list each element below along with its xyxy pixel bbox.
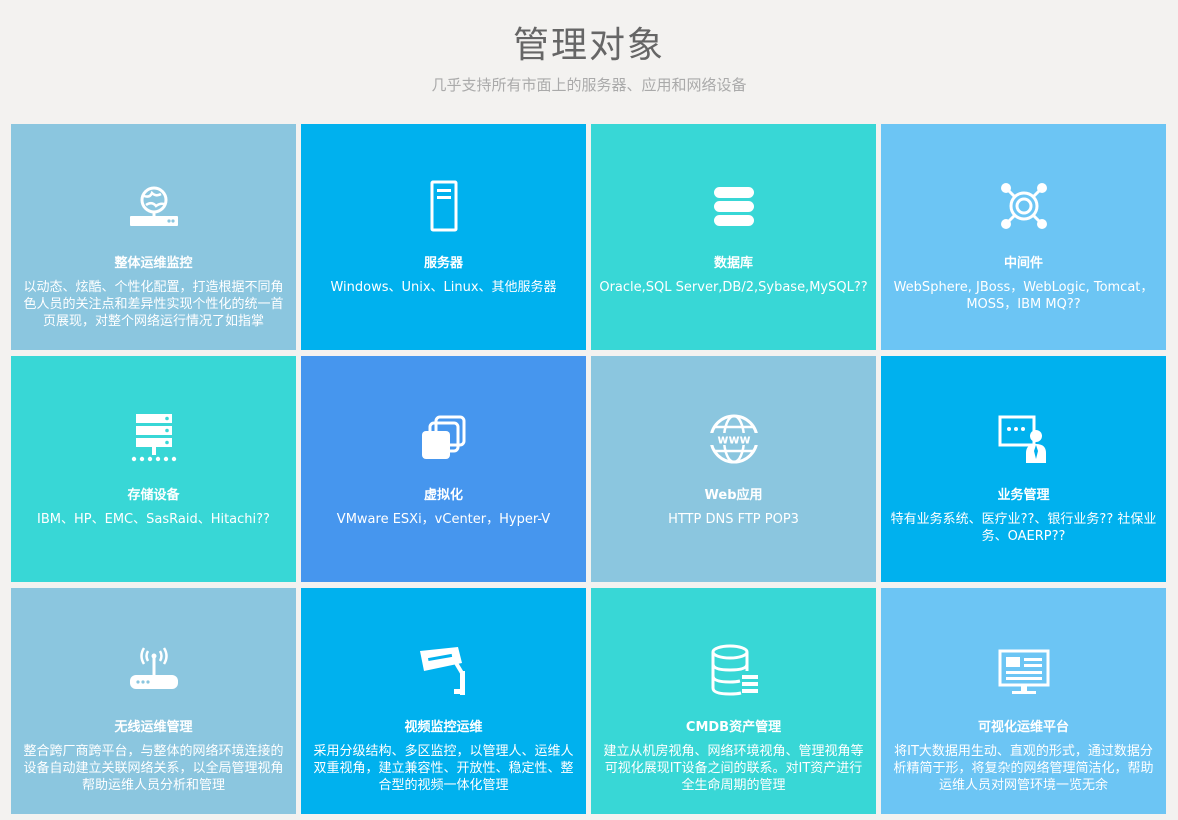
card-description: WebSphere, JBoss，WebLogic, Tomcat，MOSS，I… <box>893 280 1154 312</box>
card-title: 可视化运维平台 <box>977 720 1069 735</box>
card-virtualization[interactable]: 虚拟化 VMware ESXi，vCenter，Hyper-V <box>301 356 586 582</box>
wireless-router-icon <box>11 644 296 698</box>
card-description: IBM、HP、EMC、SasRaid、Hitachi?? <box>37 512 270 527</box>
card-description: 特有业务系统、医疗业??、银行业务?? 社保业务、OAERP?? <box>890 512 1157 544</box>
card-cmdb[interactable]: CMDB资产管理 建立从机房视角、网络环境视角、管理视角等可视化展现IT设备之间… <box>591 588 876 814</box>
server-tower-icon <box>301 180 586 234</box>
card-title: CMDB资产管理 <box>685 720 782 735</box>
card-description: 以动态、炫酷、个性化配置，打造根据不同角色人员的关注点和差异性实现个性化的统一首… <box>23 280 284 329</box>
section-header: 管理对象 几乎支持所有市面上的服务器、应用和网络设备 <box>0 0 1178 124</box>
managed-objects-grid: 整体运维监控 以动态、炫酷、个性化配置，打造根据不同角色人员的关注点和差异性实现… <box>11 124 1167 820</box>
page-subtitle: 几乎支持所有市面上的服务器、应用和网络设备 <box>431 76 747 94</box>
card-title: 数据库 <box>713 256 753 271</box>
card-web-apps[interactable]: www Web应用 HTTP DNS FTP POP3 <box>591 356 876 582</box>
card-visualization[interactable]: 可视化运维平台 将IT大数据用生动、直观的形式，通过数据分析精简于形，将复杂的网… <box>881 588 1166 814</box>
svg-text:www: www <box>717 433 750 447</box>
www-globe-icon: www <box>591 412 876 466</box>
card-title: 存储设备 <box>127 488 180 503</box>
storage-rack-icon <box>11 412 296 466</box>
card-title: 整体运维监控 <box>114 256 193 271</box>
presenter-board-icon <box>881 412 1166 466</box>
card-video-surveillance[interactable]: 视频监控运维 采用分级结构、多区监控，以管理人、运维人双重视角，建立兼容性、开放… <box>301 588 586 814</box>
card-description: 整合跨厂商跨平台，与整体的网络环境连接的设备自动建立关联网络关系，以全局管理视角… <box>23 744 284 793</box>
card-title: 无线运维管理 <box>114 720 193 735</box>
card-description: HTTP DNS FTP POP3 <box>668 512 799 527</box>
globe-router-icon <box>11 180 296 234</box>
card-database[interactable]: 数据库 Oracle,SQL Server,DB/2,Sybase,MySQL?… <box>591 124 876 350</box>
card-description: Oracle,SQL Server,DB/2,Sybase,MySQL?? <box>599 280 868 295</box>
card-description: VMware ESXi，vCenter，Hyper-V <box>336 512 551 527</box>
card-wireless[interactable]: 无线运维管理 整合跨厂商跨平台，与整体的网络环境连接的设备自动建立关联网络关系，… <box>11 588 296 814</box>
card-title: Web应用 <box>704 488 763 503</box>
database-icon <box>591 180 876 234</box>
card-description: Windows、Unix、Linux、其他服务器 <box>330 280 557 295</box>
page-title: 管理对象 <box>512 25 665 66</box>
card-title: 视频监控运维 <box>404 720 483 735</box>
card-overall-monitoring[interactable]: 整体运维监控 以动态、炫酷、个性化配置，打造根据不同角色人员的关注点和差异性实现… <box>11 124 296 350</box>
cctv-camera-icon <box>301 644 586 698</box>
card-description: 将IT大数据用生动、直观的形式，通过数据分析精简于形，将复杂的网络管理简洁化，帮… <box>893 744 1154 793</box>
card-title: 业务管理 <box>997 488 1050 503</box>
card-storage[interactable]: 存储设备 IBM、HP、EMC、SasRaid、Hitachi?? <box>11 356 296 582</box>
card-description: 建立从机房视角、网络环境视角、管理视角等可视化展现IT设备之间的联系。对IT资产… <box>603 744 864 793</box>
card-description: 采用分级结构、多区监控，以管理人、运维人双重视角，建立兼容性、开放性、稳定性、整… <box>313 744 574 793</box>
card-title: 服务器 <box>423 256 463 271</box>
layered-squares-icon <box>301 412 586 466</box>
card-business[interactable]: 业务管理 特有业务系统、医疗业??、银行业务?? 社保业务、OAERP?? <box>881 356 1166 582</box>
card-middleware[interactable]: 中间件 WebSphere, JBoss，WebLogic, Tomcat，MO… <box>881 124 1166 350</box>
card-servers[interactable]: 服务器 Windows、Unix、Linux、其他服务器 <box>301 124 586 350</box>
card-title: 中间件 <box>1003 256 1043 271</box>
card-title: 虚拟化 <box>423 488 463 503</box>
middleware-hub-icon <box>881 180 1166 234</box>
database-list-icon <box>591 644 876 698</box>
monitor-dashboard-icon <box>881 644 1166 698</box>
